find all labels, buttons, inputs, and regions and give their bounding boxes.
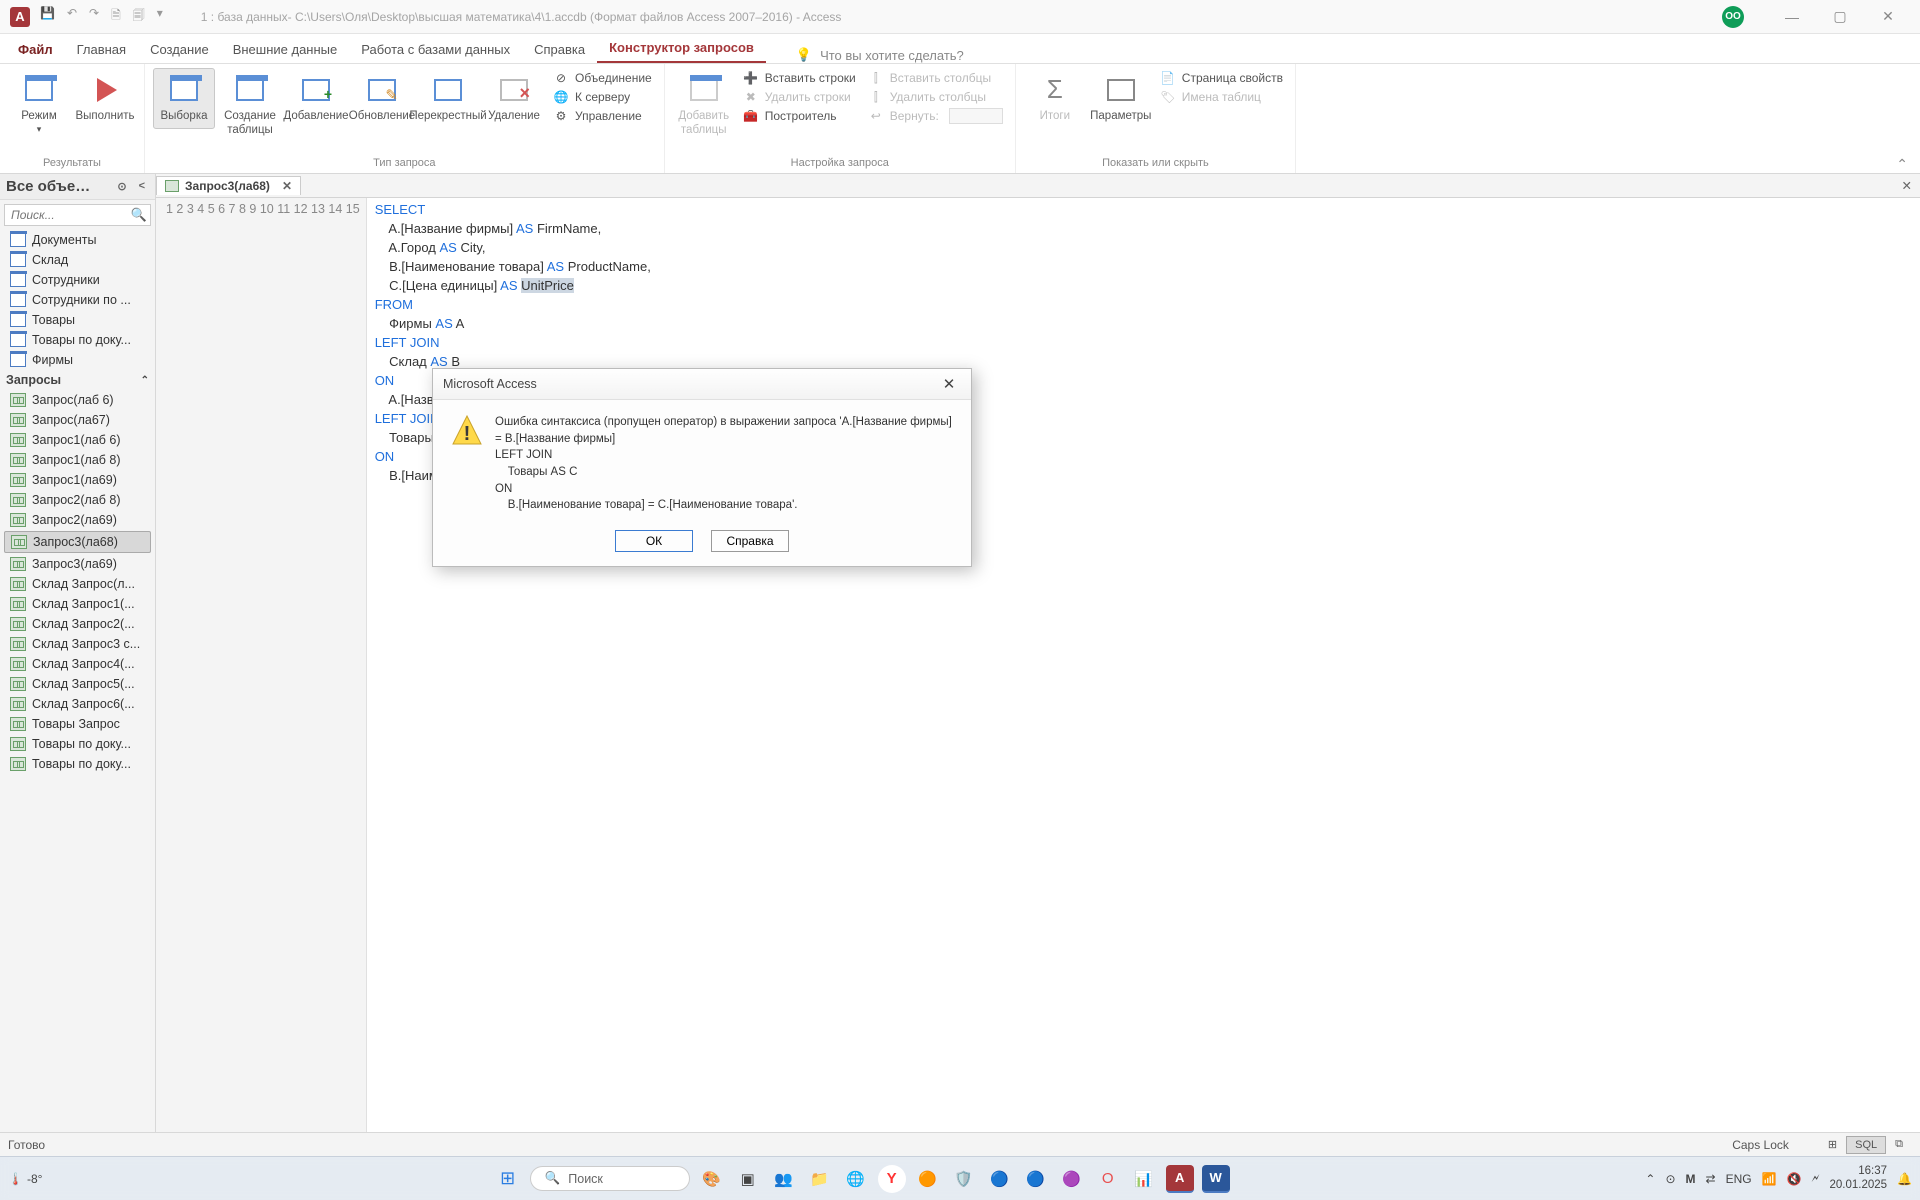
warning-icon: ! <box>451 414 483 446</box>
taskbar: 🌡️ -8° ⊞ 🔍 Поиск 🎨 ▣ 👥 📁 🌐 Y 🟠 🛡️ 🔵 🔵 🟣 O… <box>0 1156 1920 1200</box>
tray-icon[interactable]: M <box>1686 1172 1696 1186</box>
dialog-title: Microsoft Access <box>443 377 537 391</box>
taskbar-app-icon[interactable]: 🟣 <box>1058 1165 1086 1193</box>
edge-icon[interactable]: 🌐 <box>842 1165 870 1193</box>
chrome-icon[interactable]: 🔵 <box>1022 1165 1050 1193</box>
weather-widget[interactable]: 🌡️ -8° <box>8 1172 78 1186</box>
tray-chevron-icon[interactable]: ⌃ <box>1645 1172 1655 1186</box>
dialog-titlebar: Microsoft Access ✕ <box>433 369 971 400</box>
start-button[interactable]: ⊞ <box>494 1165 522 1193</box>
svg-text:!: ! <box>464 423 471 445</box>
dialog-message: Ошибка синтаксиса (пропущен оператор) в … <box>495 414 953 514</box>
word-taskbar-icon[interactable]: W <box>1202 1165 1230 1193</box>
help-button[interactable]: Справка <box>711 530 789 552</box>
opera-icon[interactable]: O <box>1094 1165 1122 1193</box>
system-tray: ⌃ ⊙ M ⇄ ENG 📶 🔇 🗲 16:37 20.01.2025 🔔 <box>1645 1165 1912 1193</box>
clock-date: 20.01.2025 <box>1829 1179 1887 1193</box>
taskbar-app-icon[interactable]: 📊 <box>1130 1165 1158 1193</box>
tray-icon[interactable]: ⇄ <box>1706 1172 1716 1186</box>
yandex-icon[interactable]: Y <box>878 1165 906 1193</box>
taskbar-app-icon[interactable]: 🎨 <box>698 1165 726 1193</box>
clock[interactable]: 16:37 20.01.2025 <box>1829 1165 1887 1193</box>
explorer-icon[interactable]: 📁 <box>806 1165 834 1193</box>
volume-icon[interactable]: 🔇 <box>1787 1172 1802 1186</box>
search-icon: 🔍 <box>545 1171 561 1186</box>
ok-button[interactable]: ОК <box>615 530 693 552</box>
search-label: Поиск <box>568 1172 603 1186</box>
weather-icon: 🌡️ <box>8 1172 23 1186</box>
taskbar-app-icon[interactable]: 🛡️ <box>950 1165 978 1193</box>
error-dialog: Microsoft Access ✕ ! Ошибка синтаксиса (… <box>432 368 972 567</box>
weather-temp: -8° <box>27 1172 42 1186</box>
tray-icon[interactable]: ⊙ <box>1665 1172 1675 1186</box>
taskbar-app-icon[interactable]: 🟠 <box>914 1165 942 1193</box>
access-taskbar-icon[interactable]: A <box>1166 1165 1194 1193</box>
language-indicator[interactable]: ENG <box>1726 1172 1752 1186</box>
wifi-icon[interactable]: 📶 <box>1762 1172 1777 1186</box>
taskbar-app-icon[interactable]: 🔵 <box>986 1165 1014 1193</box>
notifications-icon[interactable]: 🔔 <box>1897 1172 1912 1186</box>
battery-icon[interactable]: 🗲 <box>1811 1171 1819 1186</box>
clock-time: 16:37 <box>1829 1165 1887 1179</box>
taskbar-search[interactable]: 🔍 Поиск <box>530 1166 690 1191</box>
dialog-close-icon[interactable]: ✕ <box>937 375 961 393</box>
modal-overlay: Microsoft Access ✕ ! Ошибка синтаксиса (… <box>0 0 1920 1200</box>
taskview-icon[interactable]: ▣ <box>734 1165 762 1193</box>
teams-icon[interactable]: 👥 <box>770 1165 798 1193</box>
